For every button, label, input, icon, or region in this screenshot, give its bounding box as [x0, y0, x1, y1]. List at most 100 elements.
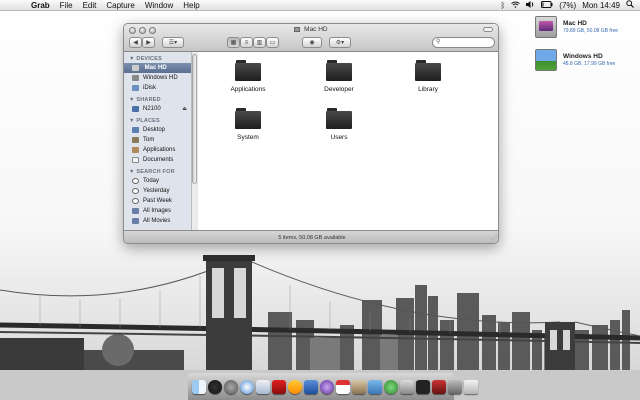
sidebar-item-applications[interactable]: Applications: [124, 145, 191, 155]
column-view-icon: ▥: [256, 40, 263, 46]
safari-dock-icon[interactable]: [240, 379, 254, 394]
app-menu[interactable]: Grab: [26, 0, 55, 11]
window-title: Mac HD: [124, 26, 498, 33]
sidebar-item-label: N2100: [143, 106, 161, 112]
sidebar-heading: SHARED: [136, 97, 161, 103]
file-browser-content: Applications Developer Library System Us…: [198, 52, 498, 230]
mail-dock-icon[interactable]: [256, 379, 270, 394]
app-store-dock-icon[interactable]: [448, 379, 462, 394]
system-preferences-dock-icon[interactable]: [224, 379, 238, 394]
desktop-icon-mac-hd[interactable]: Mac HD 79.89 GB, 50.08 GB free: [535, 16, 635, 46]
folder-users[interactable]: Users: [304, 108, 374, 152]
icon-view-button[interactable]: ▦: [227, 37, 240, 48]
sidebar-item-all-images[interactable]: All Images: [124, 206, 191, 216]
dashboard-dock-icon[interactable]: [208, 379, 222, 394]
scrollbar-thumb[interactable]: [192, 54, 197, 184]
folder-applications[interactable]: Applications: [213, 60, 283, 104]
bluetooth-icon[interactable]: ᛒ: [500, 0, 505, 11]
sidebar-item-mac-hd[interactable]: Mac HD: [124, 63, 191, 73]
folder-system[interactable]: System: [213, 108, 283, 152]
battery-icon[interactable]: [541, 0, 553, 11]
search-field[interactable]: ⚲: [432, 37, 495, 48]
list-icon: ☰▾: [168, 40, 178, 46]
folder-developer[interactable]: Developer: [304, 60, 374, 104]
menu-clock[interactable]: Mon 14:49: [582, 0, 620, 11]
spotlight-search-icon[interactable]: [626, 0, 634, 11]
sidebar-section-search-for[interactable]: ▼ SEARCH FOR: [124, 165, 191, 176]
menu-help[interactable]: Help: [178, 0, 204, 11]
sidebar-item-label: All Movies: [143, 218, 171, 224]
itunes-dock-icon[interactable]: [320, 379, 334, 394]
wifi-icon[interactable]: [511, 0, 521, 11]
terminal-dock-icon[interactable]: [416, 379, 430, 394]
toolbar-toggle-button[interactable]: [483, 27, 493, 32]
list-view-button[interactable]: ≡: [240, 37, 253, 48]
finder-dock-icon[interactable]: [192, 379, 206, 394]
menu-window[interactable]: Window: [140, 0, 178, 11]
photo-booth-dock-icon[interactable]: [432, 379, 446, 394]
sidebar-section-shared[interactable]: ▼ SHARED: [124, 93, 191, 104]
volume-icon[interactable]: [526, 0, 535, 11]
sidebar-item-n2100[interactable]: N2100 ⏏: [124, 104, 191, 114]
eject-icon[interactable]: ⏏: [182, 106, 187, 112]
forward-button[interactable]: ▶: [142, 37, 155, 48]
preview-dock-icon[interactable]: [400, 379, 414, 394]
folder-icon: [415, 60, 441, 81]
back-button[interactable]: ◀: [129, 37, 142, 48]
idisk-icon: [132, 85, 139, 91]
documents-icon: [132, 157, 139, 163]
resize-grip-icon[interactable]: ⋰: [491, 231, 497, 243]
action-menu-button[interactable]: ⚙▾: [329, 37, 351, 48]
smart-folder-icon: [132, 208, 139, 214]
disclosure-triangle-icon: ▼: [129, 97, 135, 103]
coverflow-view-button[interactable]: ▭: [266, 37, 279, 48]
menu-file[interactable]: File: [55, 0, 78, 11]
harddrive-icon: [132, 65, 139, 71]
smart-folder-icon: [132, 218, 139, 224]
search-input[interactable]: [442, 39, 493, 45]
sidebar-item-label: Past Week: [143, 198, 172, 204]
folder-icon: [235, 60, 261, 81]
sidebar-item-today[interactable]: Today: [124, 176, 191, 186]
sidebar-scrollbar[interactable]: [191, 52, 197, 230]
column-view-button[interactable]: ▥: [253, 37, 266, 48]
sidebar-section-places[interactable]: ▼ PLACES: [124, 114, 191, 125]
sidebar-item-idisk[interactable]: iDisk: [124, 83, 191, 93]
menu-edit[interactable]: Edit: [78, 0, 102, 11]
word-dock-icon[interactable]: [304, 379, 318, 394]
pdf-reader-dock-icon[interactable]: [272, 379, 286, 394]
ical-dock-icon[interactable]: [336, 379, 350, 394]
folder-label: Library: [418, 86, 438, 93]
sidebar-item-past-week[interactable]: Past Week: [124, 196, 191, 206]
address-book-dock-icon[interactable]: [352, 379, 366, 394]
sidebar-item-label: Tom: [143, 137, 155, 143]
eye-icon: ◉: [309, 40, 315, 46]
iphoto-dock-icon[interactable]: [368, 379, 382, 394]
status-text: 5 items, 50.08 GB available: [278, 235, 346, 241]
sidebar-item-yesterday[interactable]: Yesterday: [124, 186, 191, 196]
sidebar-item-tom[interactable]: Tom: [124, 135, 191, 145]
trash-dock-icon[interactable]: [464, 379, 478, 394]
menu-capture[interactable]: Capture: [101, 0, 139, 11]
sidebar-item-label: Today: [143, 178, 160, 184]
sidebar-item-documents[interactable]: Documents: [124, 155, 191, 165]
path-popup-button[interactable]: ☰▾: [162, 37, 184, 48]
folder-library[interactable]: Library: [393, 60, 463, 104]
battery-percent[interactable]: (7%): [559, 0, 576, 11]
desktop-icon-detail: 79.89 GB, 50.08 GB free: [563, 28, 619, 34]
sidebar-item-label: All Images: [143, 208, 172, 214]
coverflow-icon: ▭: [269, 40, 276, 46]
desktop-icon-windows-hd[interactable]: Windows HD 48.8 GB, 17.99 GB free: [535, 49, 635, 79]
sidebar-item-windows-hd[interactable]: Windows HD: [124, 73, 191, 83]
harddrive-icon: [535, 16, 557, 38]
disclosure-triangle-icon: ▼: [129, 169, 135, 175]
quick-look-button[interactable]: ◉: [302, 37, 322, 48]
windows-drive-icon: [535, 49, 557, 71]
sidebar-item-all-movies[interactable]: All Movies: [124, 216, 191, 226]
network-dock-icon[interactable]: [384, 379, 398, 394]
finder-window: Mac HD ◀ ▶ ☰▾ ▦ ≡ ▥ ▭ ◉ ⚙▾ ⚲ ▼ DEVICES M…: [123, 23, 499, 244]
sidebar-item-desktop[interactable]: Desktop: [124, 125, 191, 135]
sidebar-section-devices[interactable]: ▼ DEVICES: [124, 52, 191, 63]
messenger-dock-icon[interactable]: [288, 379, 302, 394]
sidebar-item-label: Applications: [143, 147, 176, 153]
